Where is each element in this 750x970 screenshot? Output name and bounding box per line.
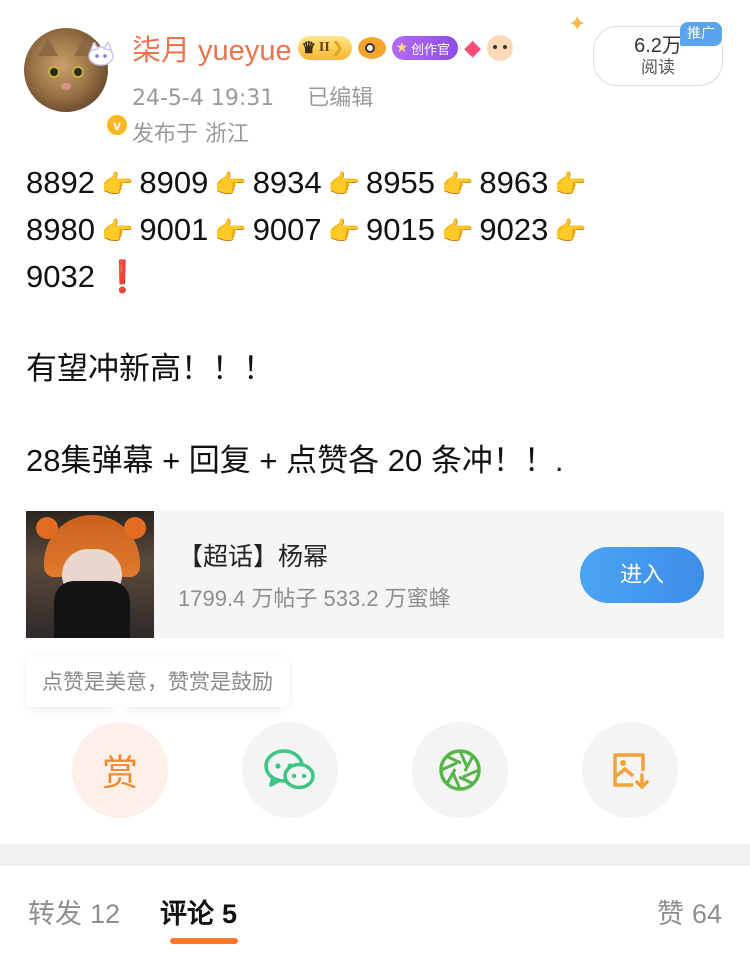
number: 9001 bbox=[139, 212, 209, 247]
pointing-hand-icon: 👉 bbox=[214, 169, 247, 199]
number: 9007 bbox=[252, 212, 322, 247]
reward-tooltip: 点赞是美意，赞赏是鼓励 bbox=[26, 657, 289, 716]
avatar-cat-nose bbox=[61, 83, 71, 90]
mascot-badge-icon[interactable] bbox=[487, 35, 514, 61]
interaction-tabs: 转发 12 评论 5 赞 64 bbox=[0, 866, 750, 970]
pointing-hand-icon: 👉 bbox=[100, 169, 134, 199]
avatar-cat-eye-left bbox=[48, 66, 60, 78]
post-meta: 24-5-4 19:31 已编辑 bbox=[132, 80, 373, 112]
tab-like[interactable]: 赞 64 bbox=[657, 892, 722, 931]
reward-button[interactable]: 赏 bbox=[72, 722, 168, 818]
tab-like-count: 64 bbox=[691, 899, 722, 929]
fish-badge-icon[interactable] bbox=[357, 37, 386, 59]
crown-icon: ♛ bbox=[301, 40, 316, 57]
active-tab-indicator bbox=[170, 938, 238, 944]
post-line-2: 8980 👉 9001 👉 9007 👉 9015 👉 9023 👉 bbox=[26, 207, 726, 254]
pointing-hand-icon: 👉 bbox=[214, 216, 247, 246]
topic-cover-image bbox=[26, 511, 154, 638]
username[interactable]: 柒月 yueyue bbox=[132, 27, 292, 69]
verified-badge-icon: v bbox=[104, 112, 130, 138]
tab-repost[interactable]: 转发 12 bbox=[28, 892, 120, 931]
number: 9023 bbox=[479, 212, 549, 247]
pointing-hand-icon: 👉 bbox=[327, 216, 361, 246]
creator-icon: ★ bbox=[395, 40, 409, 56]
username-row: 柒月 yueyue ♛ II ❯ ★ 创作官 ◆ bbox=[132, 27, 514, 69]
post-content: 8892 👉 8909 👉 8934 👉 8955 👉 8963 👉 8980 👉 9001 👉 9007… bbox=[26, 160, 726, 484]
save-image-icon bbox=[613, 753, 649, 789]
wechat-icon bbox=[264, 749, 315, 790]
section-divider bbox=[0, 844, 750, 866]
tab-comment-label: 评论 bbox=[160, 899, 214, 929]
tab-comment[interactable]: 评论 5 bbox=[160, 892, 237, 931]
number: 8934 bbox=[252, 165, 322, 200]
post-header: v 柒月 yueyue ♛ II ❯ ★ 创作官 ◆ 24-5-4 19:31 … bbox=[0, 0, 750, 150]
read-count-label: 阅读 bbox=[641, 58, 675, 78]
save-image-button[interactable] bbox=[582, 722, 678, 818]
pointing-hand-icon: 👉 bbox=[441, 169, 474, 199]
post-line-1: 8892 👉 8909 👉 8934 👉 8955 👉 8963 👉 bbox=[26, 160, 726, 207]
rank-badge[interactable]: ♛ II ❯ bbox=[297, 36, 352, 60]
avatar-decoration-cat-icon bbox=[88, 42, 114, 66]
super-topic-card[interactable]: 【超话】杨幂 1799.4 万帖子 533.2 万蜜蜂 进入 bbox=[26, 511, 724, 638]
number: 9032 bbox=[26, 259, 95, 294]
promo-badge[interactable]: 推广 bbox=[680, 22, 722, 46]
number: 8892 bbox=[26, 165, 95, 200]
rank-badge-level: II bbox=[318, 40, 330, 55]
edited-label[interactable]: 已编辑 bbox=[307, 86, 373, 111]
post-line-3: 9032 ❗ bbox=[26, 254, 726, 300]
moments-aperture-icon bbox=[439, 749, 481, 791]
pointing-hand-icon: 👉 bbox=[441, 216, 474, 246]
pointing-hand-icon: 👉 bbox=[327, 169, 361, 199]
number: 8980 bbox=[26, 212, 95, 247]
post-line-4: 有望冲新高！！！ bbox=[26, 351, 274, 386]
reward-icon: 赏 bbox=[101, 753, 138, 794]
tab-repost-label: 转发 bbox=[28, 899, 82, 929]
sparkle-decoration-icon: ✦ bbox=[568, 12, 587, 37]
post-line-5: 28集弹幕 + 回复 + 点赞各 20 条冲！！. bbox=[26, 443, 564, 478]
share-wechat-button[interactable] bbox=[242, 722, 338, 818]
topic-title: 【超话】杨幂 bbox=[178, 542, 329, 571]
number: 8963 bbox=[479, 165, 549, 200]
creator-badge-label: 创作官 bbox=[411, 42, 451, 58]
avatar-cat-eye-right bbox=[72, 66, 84, 78]
number: 8955 bbox=[366, 165, 435, 200]
number: 8909 bbox=[139, 165, 209, 200]
pointing-hand-icon: 👉 bbox=[554, 169, 587, 199]
share-moments-button[interactable] bbox=[412, 722, 508, 818]
tab-repost-count: 12 bbox=[90, 899, 121, 929]
enter-topic-button[interactable]: 进入 bbox=[580, 547, 704, 603]
topic-stats: 1799.4 万帖子 533.2 万蜜蜂 bbox=[178, 586, 451, 611]
post-location: 发布于 浙江 bbox=[132, 122, 249, 147]
chevron-right-icon: ❯ bbox=[331, 40, 344, 56]
post-date: 24-5-4 19:31 bbox=[132, 86, 275, 111]
pointing-hand-icon: 👉 bbox=[554, 216, 587, 246]
avatar-cat-ear-left bbox=[38, 38, 58, 56]
tab-like-label: 赞 bbox=[656, 899, 684, 929]
number: 9015 bbox=[366, 212, 435, 247]
exclamation-icon: ❗ bbox=[102, 259, 142, 294]
creator-badge[interactable]: ★ 创作官 bbox=[391, 36, 459, 60]
user-avatar[interactable]: v bbox=[24, 28, 130, 138]
cover-scarf bbox=[54, 581, 130, 638]
pointing-hand-icon: 👉 bbox=[100, 216, 134, 246]
diamond-badge-icon[interactable]: ◆ bbox=[464, 36, 481, 61]
share-actions: 赏 bbox=[0, 722, 750, 818]
cover-pom-left bbox=[36, 517, 58, 539]
tab-comment-count: 5 bbox=[222, 899, 238, 929]
cover-pom-right bbox=[124, 517, 146, 539]
